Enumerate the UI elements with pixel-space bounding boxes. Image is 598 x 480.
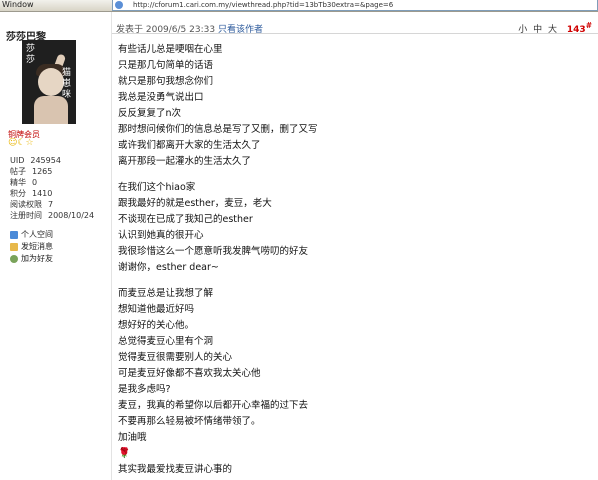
rank-stars-icon: ☺☾☆ — [8, 138, 34, 148]
text-line: 或许我们都离开大家的生活太久了 — [118, 140, 261, 151]
rose-icon: 🌹 — [118, 448, 131, 459]
text-line: 反反复复了n次 — [118, 108, 182, 119]
text-line: 跟我最好的就是esther，麦豆，老大 — [118, 198, 272, 209]
stat-value: 1265 — [32, 167, 53, 176]
avatar-text-right: 猫崽咪 — [62, 68, 72, 100]
only-author-link[interactable]: 只看该作者 — [218, 25, 263, 35]
floor-number[interactable]: 143# — [567, 21, 592, 35]
stat-value: 245954 — [30, 156, 61, 165]
stat-read-permission: 阅读权限 7 — [10, 199, 94, 210]
text-line: 有些话儿总是哽咽在心里 — [118, 44, 223, 55]
stat-label: 注册时间 — [10, 211, 42, 220]
text-line: 想知道他最近好吗 — [118, 304, 195, 315]
author-links: 个人空间 发短消息 加为好友 — [10, 229, 53, 265]
personal-space-link[interactable]: 个人空间 — [10, 229, 53, 241]
text-line: 就只是那句我想念你们 — [118, 76, 214, 87]
window-label: Window — [2, 0, 34, 9]
author-stats: UID 245954 帖子 1265 精华 0 积分 1410 阅读权限 7 注册时间 20… — [10, 155, 94, 221]
post-tools: 小 中 大 143# — [518, 21, 592, 35]
font-size-large[interactable]: 大 — [548, 25, 557, 35]
avatar[interactable]: 莎莎 猫崽咪 — [22, 40, 76, 124]
stat-points: 积分 1410 — [10, 188, 94, 199]
address-bar[interactable]: http://cforum1.cari.com.my/viewthread.ph… — [112, 0, 598, 11]
post-header: 发表于 2009/6/5 23:33 只看该作者 小 中 大 143# — [112, 20, 598, 35]
text-line: 在我们这个hiao家 — [118, 182, 196, 193]
text-line: 不谈现在已成了我知己的esther — [118, 214, 253, 225]
stat-value: 0 — [32, 178, 38, 187]
text-line: 认识到她真的很开心 — [118, 230, 204, 241]
home-icon — [10, 231, 18, 239]
stat-uid: UID 245954 — [10, 155, 94, 166]
text-line: 离开那段一起灌水的生活太久了 — [118, 156, 252, 167]
text-line: 其实我最爱找麦豆讲心事的 — [118, 464, 233, 475]
stat-label: 积分 — [10, 189, 26, 198]
font-size-medium[interactable]: 中 — [533, 25, 542, 35]
add-friend-link[interactable]: 加为好友 — [10, 253, 53, 265]
text-line: 麦豆，我真的希望你以后都开心幸福的过下去 — [118, 400, 309, 411]
text-line: 总觉得麦豆心里有个洞 — [118, 336, 214, 347]
author-panel: 莎莎巴黎 莎莎 猫崽咪 铜牌会员 ☺☾☆ UID 245954 帖子 1265 精华… — [0, 12, 112, 480]
stat-label: 帖子 — [10, 167, 26, 176]
stat-label: 阅读权限 — [10, 200, 42, 209]
send-message-link[interactable]: 发短消息 — [10, 241, 53, 253]
post-time: 发表于 2009/6/5 23:33 — [116, 25, 216, 35]
stat-value: 7 — [48, 200, 54, 209]
message-icon — [10, 243, 18, 251]
text-line: 我很珍惜这么一个愿意听我发脾气唠叨的好友 — [118, 246, 309, 257]
stat-register-date: 注册时间 2008/10/24 — [10, 210, 94, 221]
link-label[interactable]: 加为好友 — [21, 253, 53, 265]
avatar-head — [38, 68, 64, 96]
post-content: 有些话儿总是哽咽在心里 只是那几句简单的话语 就只是那句我想念你们 我总是没勇气… — [118, 42, 588, 478]
link-label[interactable]: 个人空间 — [21, 229, 53, 241]
stat-posts: 帖子 1265 — [10, 166, 94, 177]
stat-label: UID — [10, 156, 25, 165]
link-label[interactable]: 发短消息 — [21, 241, 53, 253]
floor-suffix: # — [585, 21, 592, 30]
text-line: 是我多虑吗? — [118, 384, 171, 395]
paragraph-3: 而麦豆总是让我想了解 想知道他最近好吗 想好好的关心他。 总觉得麦豆心里有个洞 … — [118, 286, 588, 478]
text-line: 加油哦 — [118, 432, 147, 443]
text-line: 我总是没勇气说出口 — [118, 92, 204, 103]
stat-value: 2008/10/24 — [48, 211, 95, 220]
paragraph-2: 在我们这个hiao家 跟我最好的就是esther，麦豆，老大 不谈现在已成了我知… — [118, 180, 588, 276]
post-meta: 发表于 2009/6/5 23:33 只看该作者 — [116, 22, 263, 35]
avatar-text-left: 莎莎 — [26, 44, 36, 65]
address-url[interactable]: http://cforum1.cari.com.my/viewthread.ph… — [133, 0, 393, 10]
text-line: 那时想问候你们的信息总是写了又删，删了又写 — [118, 124, 318, 135]
text-line: 而麦豆总是让我想了解 — [118, 288, 214, 299]
add-friend-icon — [10, 255, 18, 263]
stat-label: 精华 — [10, 178, 26, 187]
text-line: 不要再那么轻易被坏情绪带领了。 — [118, 416, 261, 427]
page-icon — [115, 1, 123, 9]
stat-digest: 精华 0 — [10, 177, 94, 188]
text-line: 想好好的关心他。 — [118, 320, 195, 331]
text-line: 可是麦豆好像都不喜欢我太关心他 — [118, 368, 261, 379]
floor-value[interactable]: 143 — [567, 25, 586, 35]
font-size-small[interactable]: 小 — [518, 25, 527, 35]
paragraph-1: 有些话儿总是哽咽在心里 只是那几句简单的话语 就只是那句我想念你们 我总是没勇气… — [118, 42, 588, 170]
text-line: 谢谢你，esther dear~ — [118, 262, 219, 273]
browser-toolbar: Window http://cforum1.cari.com.my/viewth… — [0, 0, 598, 12]
text-line: 觉得麦豆很需要别人的关心 — [118, 352, 233, 363]
text-line: 只是那几句简单的话语 — [118, 60, 214, 71]
stat-value: 1410 — [32, 189, 53, 198]
